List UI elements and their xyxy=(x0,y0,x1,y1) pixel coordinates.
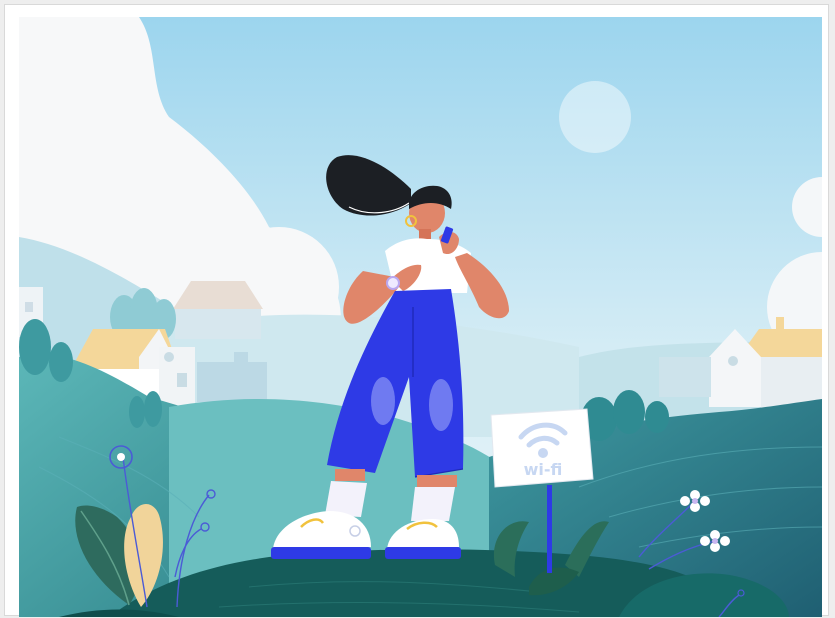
sign-pole xyxy=(547,485,552,573)
illustration-canvas: wi-fi xyxy=(19,17,822,617)
wifi-girl-illustration: wi-fi xyxy=(19,17,822,617)
wifi-sign: wi-fi xyxy=(490,408,594,488)
knee-patch-right xyxy=(429,379,453,431)
wifi-sign-label: wi-fi xyxy=(524,460,563,479)
watch xyxy=(386,276,400,290)
sun xyxy=(559,81,631,153)
house-pink-roof xyxy=(173,281,263,339)
image-frame: wi-fi xyxy=(4,4,829,617)
flower-ring-center xyxy=(117,453,125,461)
knee-patch-left xyxy=(371,377,395,425)
